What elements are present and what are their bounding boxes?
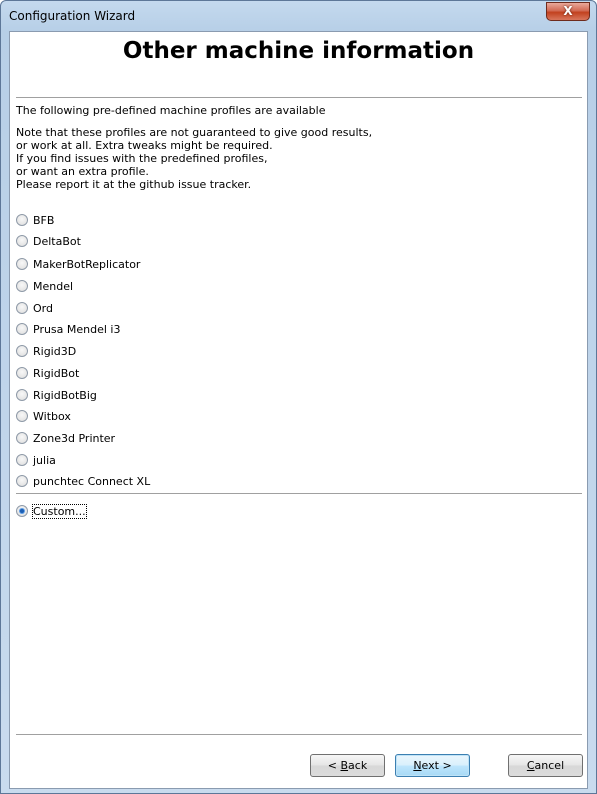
profile-option-rigid3d[interactable]: Rigid3D (16, 342, 76, 360)
radio-button[interactable] (16, 235, 28, 247)
note-line: or work at all. Extra tweaks might be re… (16, 139, 273, 152)
profile-option-rigidbotbig[interactable]: RigidBotBig (16, 386, 97, 404)
profile-label: Custom... (32, 503, 87, 519)
radio-button[interactable] (16, 258, 28, 270)
profile-label: Ord (33, 301, 53, 315)
footer-divider (16, 734, 582, 735)
window-title: Configuration Wizard (9, 9, 136, 23)
profile-option-mendel[interactable]: Mendel (16, 277, 73, 295)
profile-label: Rigid3D (33, 344, 77, 358)
profile-option-deltabot[interactable]: DeltaBot (16, 232, 81, 250)
title-bar[interactable]: Configuration Wizard X (1, 1, 596, 31)
radio-button[interactable] (16, 323, 28, 335)
note-line: Please report it at the github issue tra… (16, 178, 252, 191)
next-button[interactable]: Next > (395, 754, 470, 777)
profile-label: Witbox (33, 409, 71, 423)
radio-button[interactable] (16, 302, 28, 314)
radio-button[interactable] (16, 432, 28, 444)
profile-option-bfb[interactable]: BFB (16, 211, 54, 229)
wizard-window: Configuration Wizard X Other machine inf… (0, 0, 597, 794)
profile-option-punchtec-connect-xl[interactable]: punchtec Connect XL (16, 472, 150, 490)
profile-label: Prusa Mendel i3 (33, 322, 121, 336)
profile-label: julia (33, 453, 56, 467)
radio-button[interactable] (16, 475, 28, 487)
note-line: If you find issues with the predefined p… (16, 152, 268, 165)
close-button[interactable]: X (546, 2, 590, 21)
note-text: Note that these profiles are not guarant… (16, 126, 372, 191)
cancel-button[interactable]: Cancel (508, 754, 583, 777)
profile-option-zone3d-printer[interactable]: Zone3d Printer (16, 429, 115, 447)
radio-button[interactable] (16, 214, 28, 226)
profile-label: punchtec Connect XL (33, 474, 151, 488)
page-title: Other machine information (122, 38, 475, 64)
profile-option-makerbotreplicator[interactable]: MakerBotReplicator (16, 255, 140, 273)
note-line: Note that these profiles are not guarant… (16, 126, 373, 139)
intro-text: The following pre-defined machine profil… (16, 104, 326, 117)
note-line: or want an extra profile. (16, 165, 149, 178)
profile-label: Mendel (33, 279, 74, 293)
radio-button[interactable] (16, 280, 28, 292)
radio-button[interactable] (16, 367, 28, 379)
radio-button[interactable] (16, 410, 28, 422)
profile-label: RigidBot (33, 366, 80, 380)
profile-option-julia[interactable]: julia (16, 451, 56, 469)
title-divider (16, 97, 582, 98)
profile-label: DeltaBot (33, 234, 81, 248)
profile-option-custom[interactable]: Custom... (16, 502, 87, 520)
profile-option-ord[interactable]: Ord (16, 299, 53, 317)
profile-label: MakerBotReplicator (33, 257, 141, 271)
custom-divider (16, 493, 582, 494)
radio-button[interactable] (16, 454, 28, 466)
radio-button[interactable] (16, 345, 28, 357)
profile-label: Zone3d Printer (33, 431, 116, 445)
radio-button-selected[interactable] (16, 505, 28, 517)
profile-option-prusa-mendel-i3[interactable]: Prusa Mendel i3 (16, 320, 121, 338)
radio-button[interactable] (16, 389, 28, 401)
profile-label: BFB (33, 213, 55, 227)
profile-option-rigidbot[interactable]: RigidBot (16, 364, 79, 382)
close-icon: X (563, 4, 573, 18)
profile-label: RigidBotBig (33, 388, 97, 402)
profile-option-witbox[interactable]: Witbox (16, 407, 71, 425)
back-button[interactable]: < Back (310, 754, 385, 777)
wizard-page: Other machine information The following … (9, 31, 588, 789)
